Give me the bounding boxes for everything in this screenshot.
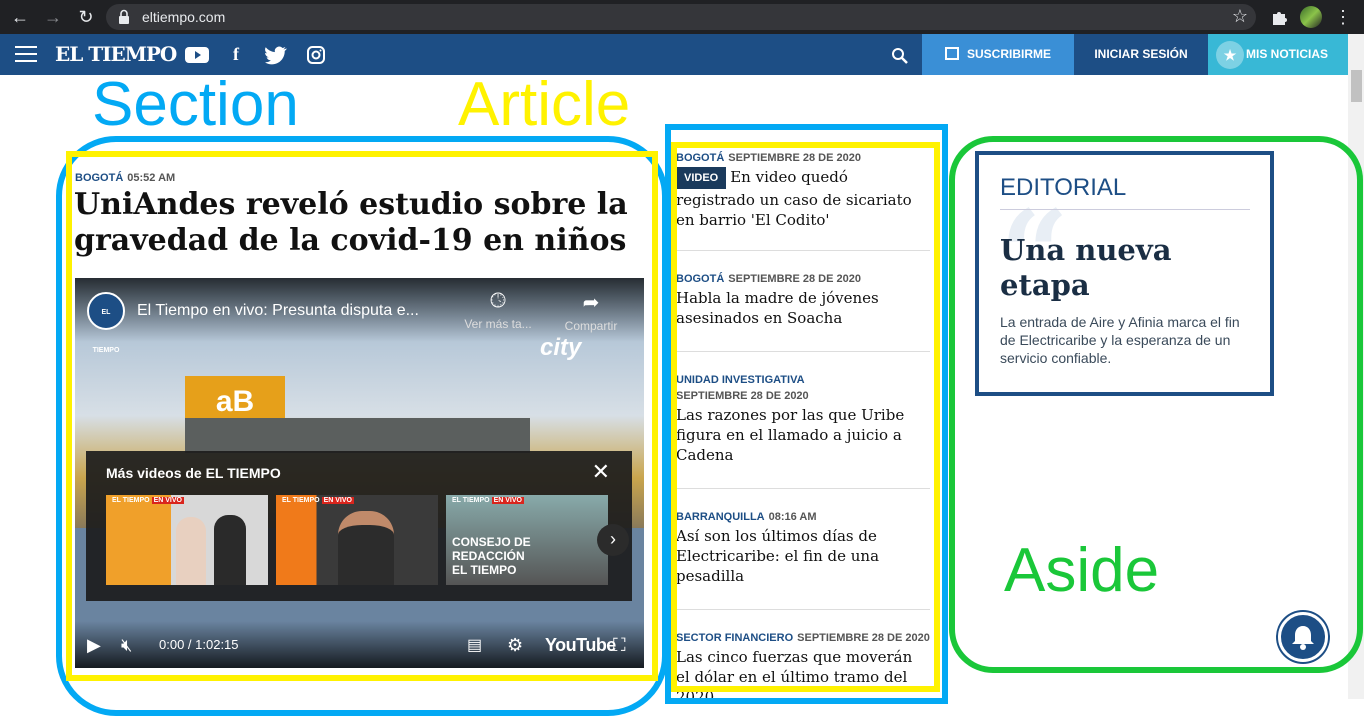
youtube-icon[interactable] bbox=[185, 44, 209, 66]
lock-icon bbox=[119, 9, 129, 24]
newspaper-icon bbox=[944, 47, 959, 60]
subscribe-button[interactable]: SUSCRIBIRME bbox=[922, 34, 1074, 75]
subscribe-label: SUSCRIBIRME bbox=[966, 47, 1051, 61]
forward-icon[interactable]: → bbox=[42, 6, 64, 28]
star-icon: ★ bbox=[1216, 40, 1244, 69]
url-text: eltiempo.com bbox=[142, 9, 226, 25]
annotation-article-outline bbox=[671, 142, 940, 692]
reload-icon[interactable]: ↻ bbox=[75, 6, 97, 28]
facebook-icon[interactable]: f bbox=[229, 44, 243, 66]
annotation-article-label: Article bbox=[458, 70, 631, 139]
site-header: EL TIEMPO f SUSCRIBIRME INICIAR SESIÓN ★… bbox=[0, 34, 1348, 75]
my-news-button[interactable]: ★ MIS NOTICIAS bbox=[1208, 34, 1348, 75]
site-logo[interactable]: EL TIEMPO bbox=[55, 42, 177, 66]
instagram-icon[interactable] bbox=[307, 44, 325, 66]
hamburger-menu-icon[interactable] bbox=[15, 46, 37, 63]
browser-menu-icon[interactable]: ⋮ bbox=[1332, 6, 1354, 28]
browser-toolbar: ← → ↻ eltiempo.com ☆ ⋮ bbox=[0, 0, 1364, 34]
scrollbar-thumb[interactable] bbox=[1351, 70, 1362, 102]
login-button[interactable]: INICIAR SESIÓN bbox=[1075, 34, 1207, 75]
my-news-label: MIS NOTICIAS bbox=[1246, 47, 1329, 61]
profile-avatar[interactable] bbox=[1300, 6, 1322, 28]
bookmark-star-icon[interactable]: ☆ bbox=[1232, 6, 1248, 27]
back-icon[interactable]: ← bbox=[9, 6, 31, 28]
extensions-puzzle-icon[interactable] bbox=[1268, 6, 1290, 28]
annotation-article-outline bbox=[66, 151, 658, 681]
twitter-icon[interactable] bbox=[265, 44, 287, 66]
annotation-section-label: Section bbox=[92, 70, 299, 139]
search-icon[interactable] bbox=[891, 45, 909, 67]
login-label: INICIAR SESIÓN bbox=[1094, 47, 1188, 61]
address-bar[interactable]: eltiempo.com ☆ bbox=[106, 4, 1256, 30]
annotation-aside-outline bbox=[949, 136, 1363, 673]
